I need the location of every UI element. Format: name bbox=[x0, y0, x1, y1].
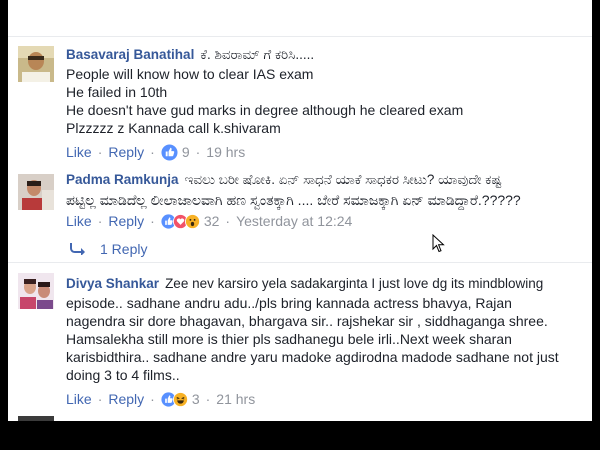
separator-dot: · bbox=[205, 391, 211, 407]
reaction-count: 32 bbox=[203, 213, 220, 229]
replies-count-label: 1 Reply bbox=[100, 241, 148, 257]
reply-button[interactable]: Reply bbox=[108, 144, 144, 160]
reaction-count: 9 bbox=[181, 144, 190, 160]
comment-line: ಪಟ್ಟಿಲ್ಲ ಮಾಡಿದೆಲ್ಲ ಲೀಲಾಜಾಲವಾಗಿ ಹಣ ಸ್ವಂತಕ… bbox=[66, 192, 521, 208]
comment-text: Zee nev karsiro yela sadakarginta I just… bbox=[165, 276, 544, 291]
separator-dot: · bbox=[150, 213, 155, 229]
reply-button[interactable]: Reply bbox=[108, 391, 144, 407]
like-reaction-icon bbox=[161, 143, 178, 161]
timestamp[interactable]: 21 hrs bbox=[216, 391, 255, 407]
reactions-summary[interactable]: 3 bbox=[161, 391, 200, 408]
next-comment-avatar[interactable] bbox=[18, 416, 54, 421]
comment-body: ಪಟ್ಟಿಲ್ಲ ಮಾಡಿದೆಲ್ಲ ಲೀಲಾಜಾಲವಾಗಿ ಹಣ ಸ್ವಂತಕ… bbox=[66, 191, 521, 209]
like-button[interactable]: Like bbox=[66, 213, 92, 229]
wow-reaction-icon bbox=[184, 213, 200, 229]
avatar[interactable] bbox=[18, 46, 54, 82]
view-replies-link[interactable]: 1 Reply bbox=[66, 241, 147, 257]
reply-button[interactable]: Reply bbox=[108, 213, 144, 229]
comment-author[interactable]: Padma Ramkunja ಇವಲು ಬರೀ ಷೋಕಿ. ಏನ್ ಸಾಧನೆ ಯ… bbox=[66, 172, 502, 188]
separator-dot: · bbox=[97, 144, 103, 160]
comment-line: Hamsalekha still more is thier pls sadha… bbox=[66, 331, 512, 347]
like-button[interactable]: Like bbox=[66, 144, 92, 160]
comment-line: He doesn't have gud marks in degree alth… bbox=[66, 102, 464, 118]
reactions-summary[interactable]: 9 bbox=[161, 143, 190, 161]
divider bbox=[8, 262, 592, 263]
timestamp[interactable]: Yesterday at 12:24 bbox=[236, 213, 352, 229]
comment-body: People will know how to clear IAS exam H… bbox=[66, 65, 463, 137]
comment-line: Plzzzzz z Kannada call k.shivaram bbox=[66, 120, 281, 136]
haha-reaction-icon bbox=[172, 391, 188, 407]
comment-author[interactable]: Basavaraj Banatihal ಕೆ. ಶಿವರಾಮ್ ಗೆ ಕರಿಸಿ.… bbox=[66, 47, 314, 63]
comment-line: karisbidthira.. sadhane andre yaru madok… bbox=[66, 349, 559, 365]
comment-line: nagendra sir dore bhagavan, bhargava sir… bbox=[66, 313, 548, 329]
comment-actions: Like · Reply · 9 · 19 hrs bbox=[66, 143, 245, 161]
comment-actions: Like · Reply · 32 · Yesterday at 12:24 bbox=[66, 212, 352, 230]
separator-dot: · bbox=[225, 213, 231, 229]
separator-dot: · bbox=[97, 391, 103, 407]
comments-panel: Basavaraj Banatihal ಕೆ. ಶಿವರಾಮ್ ಗೆ ಕರಿಸಿ.… bbox=[8, 0, 592, 421]
comment-body: episode.. sadhane andru adu../pls bring … bbox=[66, 294, 559, 384]
reaction-count: 3 bbox=[191, 391, 200, 407]
mouse-cursor-icon bbox=[432, 234, 445, 253]
comment-actions: Like · Reply · 3 · 21 hrs bbox=[66, 390, 255, 408]
timestamp[interactable]: 19 hrs bbox=[206, 144, 245, 160]
comment-line: episode.. sadhane andru adu../pls bring … bbox=[66, 295, 512, 311]
comment-line: People will know how to clear IAS exam bbox=[66, 66, 314, 82]
divider bbox=[8, 36, 592, 37]
separator-dot: · bbox=[150, 144, 155, 160]
comment-author[interactable]: Divya Shankar Zee nev karsiro yela sadaka… bbox=[66, 276, 543, 291]
comment-line: doing 3 to 4 films.. bbox=[66, 367, 180, 383]
comment-text: ಕೆ. ಶಿವರಾಮ್ ಗೆ ಕರಿಸಿ..... bbox=[200, 47, 315, 62]
reactions-summary[interactable]: 32 bbox=[161, 213, 220, 230]
separator-dot: · bbox=[150, 391, 155, 407]
separator-dot: · bbox=[97, 213, 103, 229]
comment-text: ಇವಲು ಬರೀ ಷೋಕಿ. ಏನ್ ಸಾಧನೆ ಯಾಕೆ ಸಾಧಕರ ಸೀಟು… bbox=[184, 172, 502, 187]
avatar[interactable] bbox=[18, 174, 54, 210]
avatar[interactable] bbox=[18, 273, 54, 309]
reply-arrow-icon bbox=[70, 243, 85, 255]
separator-dot: · bbox=[195, 144, 201, 160]
like-button[interactable]: Like bbox=[66, 391, 92, 407]
comment-line: He failed in 10th bbox=[66, 84, 168, 100]
